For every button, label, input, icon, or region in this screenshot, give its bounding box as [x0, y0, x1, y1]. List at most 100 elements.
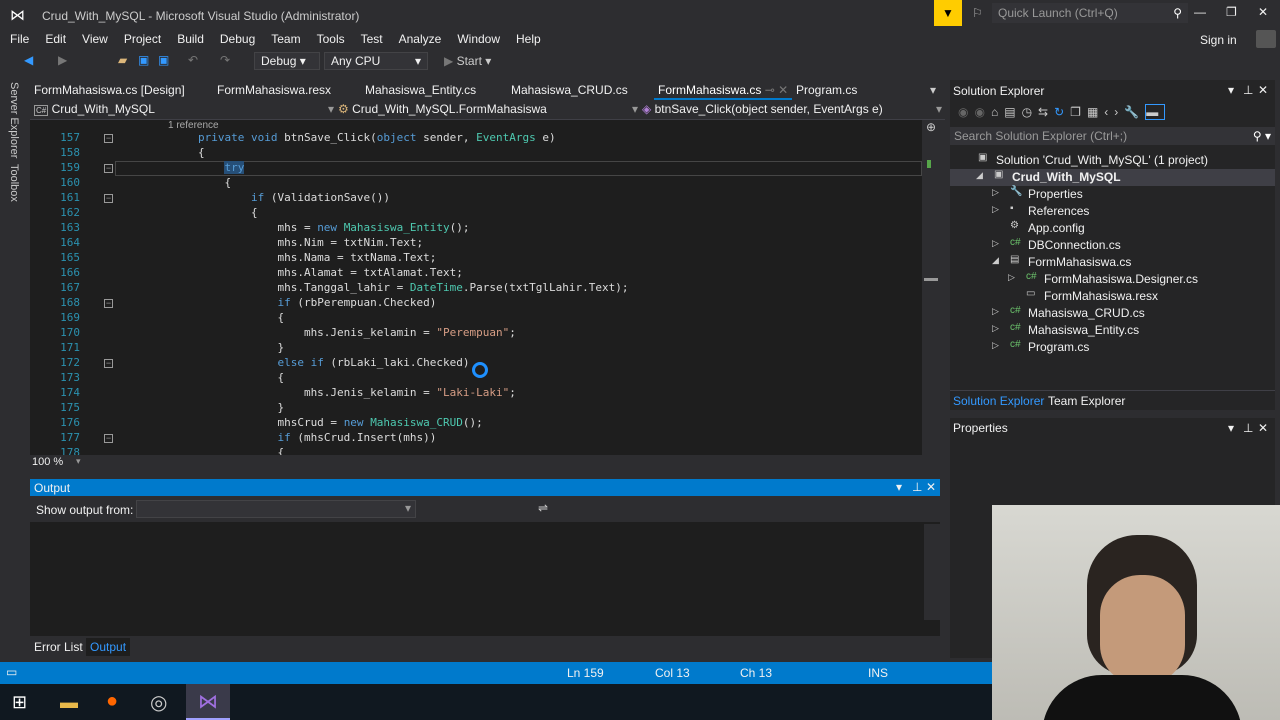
tab-program-cs[interactable]: Program.cs: [796, 83, 857, 97]
start-button[interactable]: ▶ Start ▾: [440, 52, 498, 70]
platform-select[interactable]: Any CPU ▾: [324, 52, 428, 70]
show-all-files-icon[interactable]: ▦: [1087, 105, 1104, 119]
tab-formmahasiswa-cs[interactable]: FormMahasiswa.cs ⊸ ✕: [654, 80, 793, 100]
solution-tree-item[interactable]: ▣ Solution 'Crud_With_MySQL' (1 project): [950, 152, 1275, 169]
expander-icon[interactable]: ▷: [992, 187, 999, 198]
zoom-dropdown-icon[interactable]: ▾: [76, 456, 81, 467]
fold-toggle-icon[interactable]: −: [104, 164, 113, 173]
pin-panel-icon[interactable]: ⊥: [912, 480, 922, 494]
tab-formmahasiswa-resx[interactable]: FormMahasiswa.resx: [217, 83, 331, 97]
fold-toggle-icon[interactable]: −: [104, 194, 113, 203]
menu-project[interactable]: Project: [116, 30, 169, 48]
redo-icon[interactable]: ↷: [220, 53, 230, 67]
forward-icon[interactable]: ▶: [58, 53, 67, 67]
maximize-button[interactable]: ❐: [1226, 5, 1237, 19]
fold-toggle-icon[interactable]: −: [104, 299, 113, 308]
menu-file[interactable]: File: [0, 30, 37, 48]
solution-tree-item[interactable]: ▷ c# Mahasiswa_Entity.cs: [950, 322, 1275, 339]
menu-edit[interactable]: Edit: [37, 30, 74, 48]
menu-test[interactable]: Test: [353, 30, 391, 48]
editor-scrollbar[interactable]: ⊕: [922, 120, 940, 455]
solution-tree-item[interactable]: ▷ c# DBConnection.cs: [950, 237, 1275, 254]
se-search-input[interactable]: Search Solution Explorer (Ctrl+;) ⚲ ▾: [950, 127, 1275, 145]
pending-changes-icon[interactable]: ◷: [1022, 105, 1038, 119]
tab-formmahasiswa-design[interactable]: FormMahasiswa.cs [Design]: [34, 83, 185, 97]
expander-icon[interactable]: ▷: [992, 323, 999, 334]
preview-icon[interactable]: ▬: [1145, 104, 1166, 120]
app-icon[interactable]: ◎: [150, 690, 167, 715]
switch-views-icon[interactable]: ▤: [1004, 105, 1021, 119]
sign-in-link[interactable]: Sign in: [1200, 33, 1237, 47]
solution-tree-item[interactable]: ▷ ▪ References: [950, 203, 1275, 220]
se-forward-icon[interactable]: ◉: [974, 105, 990, 119]
split-icon[interactable]: ⊕: [926, 120, 936, 134]
expander-icon[interactable]: ▷: [992, 340, 999, 351]
props-pin-icon[interactable]: ⊥: [1243, 421, 1253, 435]
close-panel-icon[interactable]: ✕: [926, 480, 936, 494]
solution-tree-item[interactable]: ▷ 🔧 Properties: [950, 186, 1275, 203]
tab-error-list[interactable]: Error List: [34, 640, 83, 654]
expander-icon[interactable]: ▷: [992, 204, 999, 215]
props-menu-icon[interactable]: ▾: [1228, 421, 1234, 435]
view-code-icon[interactable]: ‹›: [1104, 105, 1124, 119]
tab-mahasiswa-crud[interactable]: Mahasiswa_CRUD.cs: [511, 83, 628, 97]
tab-output[interactable]: Output: [86, 638, 131, 656]
feedback-icon[interactable]: ⚐: [972, 6, 983, 20]
menu-build[interactable]: Build: [169, 30, 212, 48]
sync-icon[interactable]: ⇆: [1038, 105, 1054, 119]
menu-analyze[interactable]: Analyze: [391, 30, 450, 48]
close-window-button[interactable]: ✕: [1258, 5, 1268, 19]
collapse-all-icon[interactable]: ❐: [1070, 105, 1087, 119]
output-scrollbar[interactable]: [924, 524, 940, 620]
fold-toggle-icon[interactable]: −: [104, 359, 113, 368]
menu-tools[interactable]: Tools: [309, 30, 353, 48]
menu-view[interactable]: View: [74, 30, 116, 48]
back-icon[interactable]: ◀: [24, 53, 33, 67]
project-dropdown[interactable]: C# Crud_With_MySQL ▾: [34, 102, 334, 116]
refresh-icon[interactable]: ↻: [1054, 105, 1070, 119]
solution-tree-item[interactable]: ▷ c# Mahasiswa_CRUD.cs: [950, 305, 1275, 322]
panel-menu-icon[interactable]: ▾: [896, 480, 902, 494]
pin-icon[interactable]: ⊸: [765, 83, 775, 97]
tab-overflow-icon[interactable]: ▾: [930, 83, 936, 97]
props-close-icon[interactable]: ✕: [1258, 421, 1268, 435]
notification-flag-icon[interactable]: ▼: [934, 0, 962, 26]
zoom-level-select[interactable]: 100 %: [32, 456, 63, 468]
solution-tree-item[interactable]: ▷ c# FormMahasiswa.Designer.cs: [950, 271, 1275, 288]
se-pin-icon[interactable]: ⊥: [1243, 83, 1253, 97]
fold-toggle-icon[interactable]: −: [104, 434, 113, 443]
se-close-icon[interactable]: ✕: [1258, 83, 1268, 97]
open-icon[interactable]: ▰: [118, 53, 127, 67]
menu-help[interactable]: Help: [508, 30, 549, 48]
server-explorer-tab[interactable]: Server Explorer: [8, 82, 20, 158]
output-panel[interactable]: Show output from: ▾ ⇌: [30, 496, 940, 636]
scroll-thumb[interactable]: [924, 278, 938, 281]
save-all-icon[interactable]: ▣: [158, 53, 169, 67]
solution-tree-item[interactable]: ◢ ▣ Crud_With_MySQL: [950, 169, 1275, 186]
close-tab-icon[interactable]: ✕: [778, 83, 788, 97]
reference-hint[interactable]: 1 reference: [168, 120, 219, 131]
visual-studio-taskbar-icon[interactable]: ⋈: [186, 684, 230, 720]
expander-icon[interactable]: ▷: [992, 238, 999, 249]
code-editor[interactable]: 1 reference 157 − private void btnSave_Cl…: [30, 120, 922, 455]
tab-mahasiswa-entity[interactable]: Mahasiswa_Entity.cs: [365, 83, 476, 97]
undo-icon[interactable]: ↶: [188, 53, 198, 67]
word-wrap-icon[interactable]: ⇌: [538, 501, 548, 515]
fold-toggle-icon[interactable]: −: [104, 134, 113, 143]
save-icon[interactable]: ▣: [138, 53, 149, 67]
minimize-button[interactable]: —: [1194, 5, 1206, 19]
properties-icon[interactable]: 🔧: [1124, 105, 1145, 119]
output-source-select[interactable]: ▾: [136, 500, 416, 518]
toolbox-tab[interactable]: Toolbox: [8, 164, 20, 202]
file-explorer-icon[interactable]: ▬: [60, 692, 78, 713]
solution-tree-item[interactable]: ⚙ App.config: [950, 220, 1275, 237]
menu-window[interactable]: Window: [449, 30, 508, 48]
solution-tree-item[interactable]: ▭ FormMahasiswa.resx: [950, 288, 1275, 305]
expander-icon[interactable]: ▷: [992, 306, 999, 317]
se-menu-icon[interactable]: ▾: [1228, 83, 1234, 97]
expander-icon[interactable]: ◢: [992, 255, 999, 266]
tab-solution-explorer[interactable]: Solution Explorer: [953, 394, 1044, 408]
configuration-select[interactable]: Debug ▾: [254, 52, 320, 70]
expander-icon[interactable]: ▷: [1008, 272, 1015, 283]
solution-tree-item[interactable]: ▷ c# Program.cs: [950, 339, 1275, 356]
